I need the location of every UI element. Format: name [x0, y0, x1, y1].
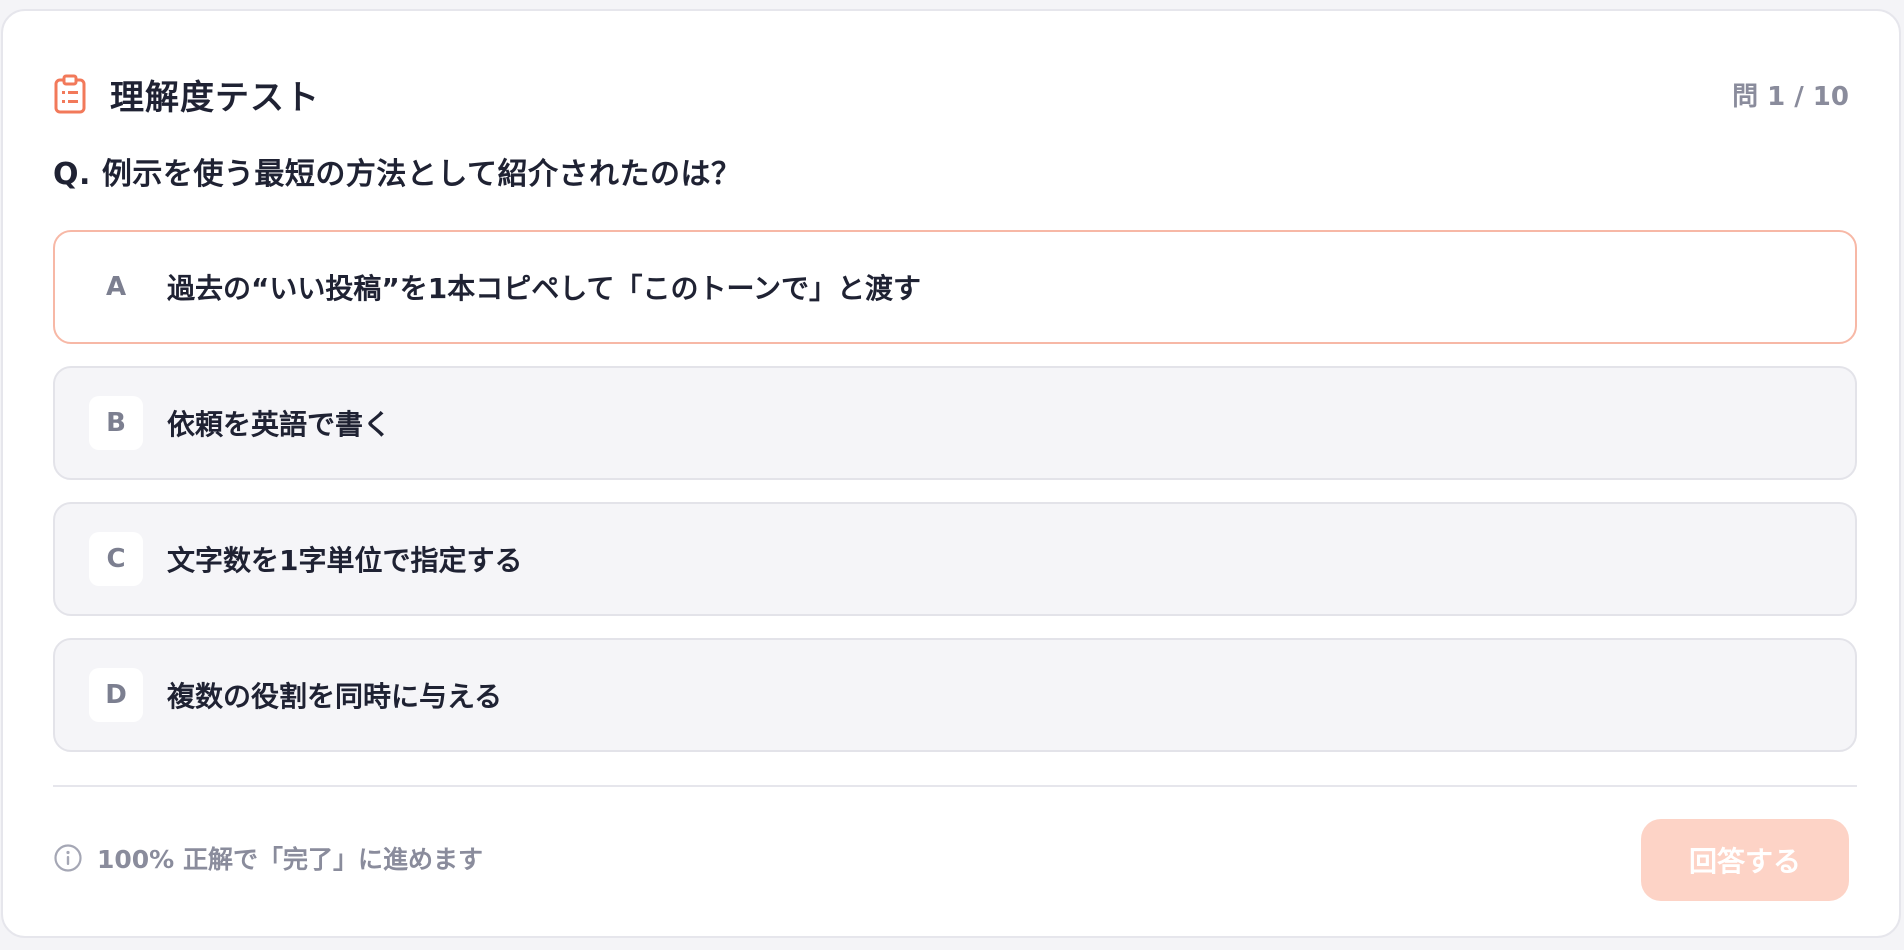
question-text: Q. 例示を使う最短の方法として紹介されたのは？: [53, 157, 742, 192]
answer-options: A 過去の“いい投稿”を1本コピペして「このトーンで」と渡す B 依頼を英語で書…: [53, 230, 1857, 774]
option-label: 複数の役割を同時に与える: [167, 680, 503, 713]
completion-hint-text: 100% 正解で「完了」に進めます: [97, 845, 483, 874]
info-icon: [54, 844, 82, 872]
option-a[interactable]: A 過去の“いい投稿”を1本コピペして「このトーンで」と渡す: [53, 230, 1857, 344]
question-counter: 問 1 / 10: [1732, 81, 1849, 112]
option-d[interactable]: D 複数の役割を同時に与える: [53, 638, 1857, 752]
footer-divider: [53, 785, 1857, 787]
completion-hint: 100% 正解で「完了」に進めます: [53, 840, 483, 876]
option-label: 依頼を英語で書く: [167, 408, 392, 441]
clipboard-icon: [54, 74, 86, 114]
option-label: 過去の“いい投稿”を1本コピペして「このトーンで」と渡す: [167, 272, 922, 305]
option-c[interactable]: C 文字数を1字単位で指定する: [53, 502, 1857, 616]
title-group: 理解度テスト: [53, 70, 320, 119]
submit-answer-button[interactable]: 回答する: [1641, 819, 1849, 901]
quiz-card: 理解度テスト 問 1 / 10 Q. 例示を使う最短の方法として紹介されたのは？…: [1, 9, 1901, 938]
option-letter: B: [89, 396, 143, 450]
option-b[interactable]: B 依頼を英語で書く: [53, 366, 1857, 480]
option-letter: C: [89, 532, 143, 586]
option-letter: D: [89, 668, 143, 722]
page-title: 理解度テスト: [110, 77, 320, 118]
option-label: 文字数を1字単位で指定する: [167, 544, 523, 577]
option-letter: A: [89, 260, 143, 314]
quiz-header: 理解度テスト 問 1 / 10: [53, 69, 1849, 119]
